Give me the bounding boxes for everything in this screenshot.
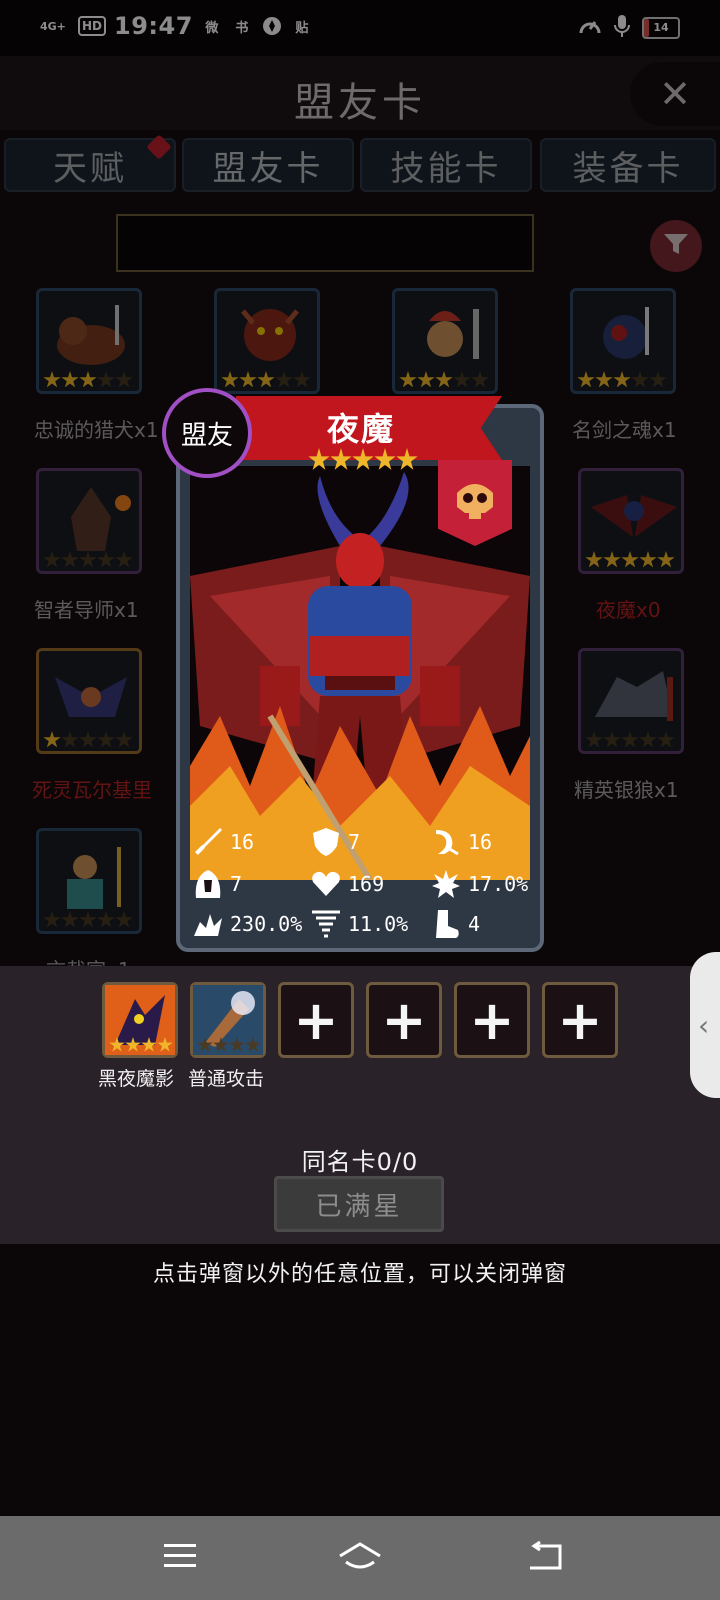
stat-dodge: 7 [192,868,242,900]
speed-icon [430,826,462,858]
star-rating [308,448,418,472]
add-skill-slot-1[interactable]: + [278,982,354,1058]
stat-speed: 16 [430,826,492,858]
menu-button[interactable] [150,1534,210,1582]
close-hint: 点击弹窗以外的任意位置，可以关闭弹窗 [152,1262,567,1287]
sword-icon [192,826,224,858]
home-icon [336,1540,384,1576]
faction-banner [438,460,512,546]
max-star-button[interactable]: 已满星 [274,1176,444,1232]
skill-label: 普通攻击 [188,1068,265,1090]
hood-icon [192,868,224,900]
ally-name: 夜魔 [326,410,395,448]
stat-boot: 4 [430,908,480,940]
boot-icon [430,908,462,940]
tornado-icon [310,908,342,940]
add-skill-slot-3[interactable]: + [454,982,530,1058]
heart-icon [310,868,342,900]
stat-hp: 169 [310,868,384,900]
same-card-count: 同名卡0/0 [301,1148,419,1176]
shield-icon [310,826,342,858]
burst-icon [192,908,224,940]
add-skill-slot-4[interactable]: + [542,982,618,1058]
back-button[interactable] [516,1534,576,1582]
ally-badge: 盟友 [162,388,252,478]
add-skill-slot-2[interactable]: + [366,982,442,1058]
stat-attack: 16 [192,826,254,858]
stat-whirl: 11.0% [310,908,408,940]
skill-slot-night-shadow[interactable] [102,982,178,1058]
menu-icon [162,1542,198,1574]
stat-crit-damage: 230.0% [192,908,302,940]
skill-slot-normal-attack[interactable] [190,982,266,1058]
side-drawer-handle[interactable]: ‹ [690,952,720,1098]
back-icon [526,1540,566,1576]
stat-defense: 7 [310,826,360,858]
skull-icon [453,481,497,525]
explosion-icon [430,868,462,900]
star-rating [197,1037,261,1053]
stat-crit: 17.0% [430,868,528,900]
system-nav-bar [0,1516,720,1600]
star-rating [109,1037,173,1053]
home-button[interactable] [330,1534,390,1582]
skill-label: 黑夜魔影 [98,1068,175,1090]
